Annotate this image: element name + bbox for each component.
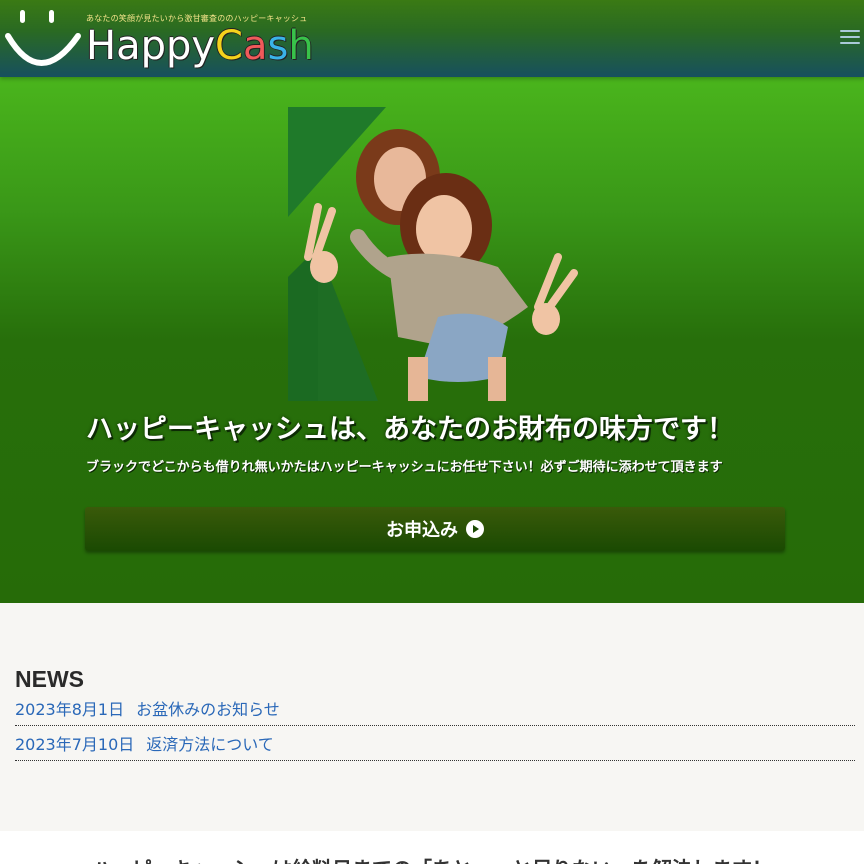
apply-button-label: お申込み (386, 520, 458, 541)
brand-letter: H (86, 23, 117, 69)
brand-wordmark: HappyCash (86, 22, 314, 70)
brand-letter: a (116, 23, 141, 69)
brand-letter: a (242, 23, 268, 69)
site-header: あなたの笑顔が見たいから激甘審査ののハッピーキャッシュ HappyCash (0, 0, 864, 77)
apply-button[interactable]: お申込み (85, 507, 785, 551)
brand-letter: p (165, 23, 192, 69)
news-item[interactable]: 2023年7月10日 返済方法について (15, 726, 855, 761)
news-item[interactable]: 2023年8月1日 お盆休みのお知らせ (15, 691, 855, 726)
hero-title: ハッピーキャッシュは、あなたのお財布の味方です！ (86, 414, 734, 445)
news-heading: NEWS (15, 666, 84, 692)
brand-letter: h (288, 23, 314, 69)
hero-section: ハッピーキャッシュは、あなたのお財布の味方です！ ブラックでどこからも借りれ無い… (0, 77, 864, 603)
smile-logo-icon (5, 10, 81, 66)
news-title: お盆休みのお知らせ (136, 700, 280, 719)
hero-photo (288, 107, 578, 401)
news-section: NEWS 2023年8月1日 お盆休みのお知らせ 2023年7月10日 返済方法… (0, 603, 864, 831)
news-date: 2023年7月10日 (15, 735, 135, 754)
site-logo[interactable]: あなたの笑顔が見たいから激甘審査ののハッピーキャッシュ HappyCash (0, 0, 320, 77)
brand-letter: C (215, 23, 243, 69)
news-title: 返済方法について (146, 735, 274, 754)
intro-section: ハッピーキャッシュは給料日までの「あと一っと足りない」を解決します！ (0, 831, 864, 864)
hamburger-icon[interactable] (840, 30, 860, 48)
brand-letter: s (267, 23, 289, 69)
intro-heading: ハッピーキャッシュは給料日までの「あと一っと足りない」を解決します！ (0, 853, 864, 864)
play-circle-icon (466, 520, 484, 538)
hero-subtitle: ブラックでどこからも借りれ無いかたはハッピーキャッシュにお任せ下さい！必ずご期待… (86, 460, 723, 475)
brand-letter: p (140, 23, 166, 69)
brand-letter: y (191, 23, 216, 69)
news-date: 2023年8月1日 (15, 700, 125, 719)
news-list: 2023年8月1日 お盆休みのお知らせ 2023年7月10日 返済方法について (15, 691, 855, 761)
